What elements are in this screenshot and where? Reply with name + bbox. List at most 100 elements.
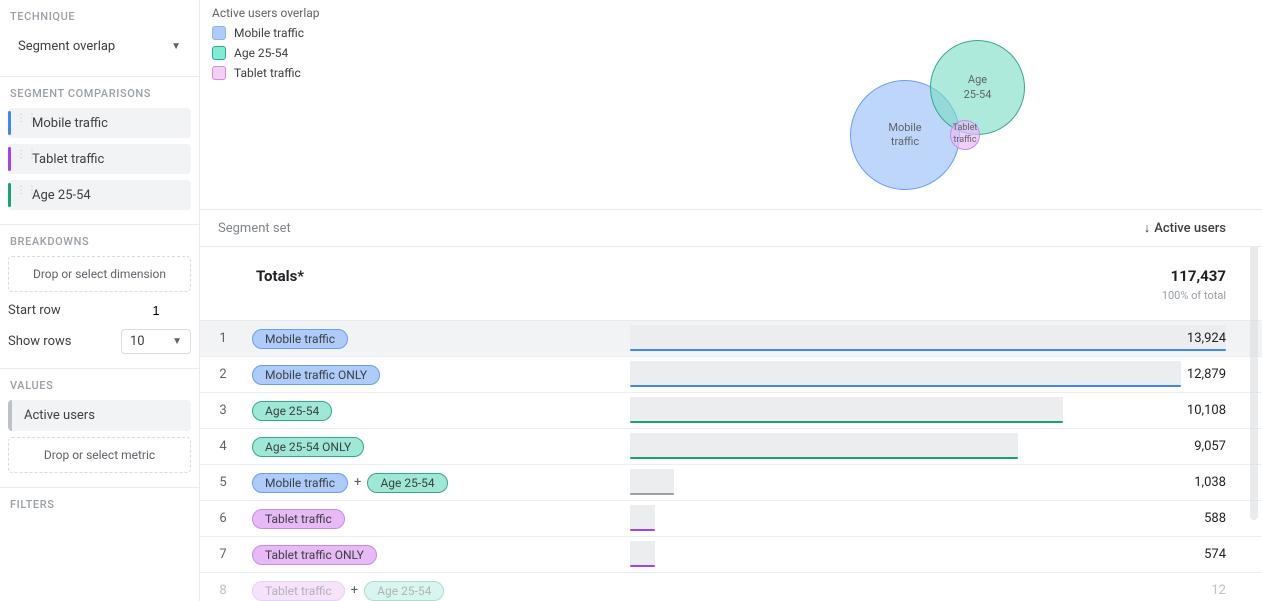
show-rows-value: 10: [130, 334, 145, 349]
technique-select[interactable]: Segment overlap ▼: [8, 31, 191, 62]
row-bar: [630, 537, 1226, 572]
row-bar: [630, 501, 1226, 536]
row-value: 574: [1204, 547, 1226, 562]
row-value: 12: [1211, 583, 1226, 598]
plus-icon: +: [354, 475, 361, 490]
drag-handle-icon: ⋮⋮: [16, 116, 38, 122]
row-index: 1: [200, 331, 246, 346]
venn-legend: Active users overlap Mobile traffic Age 2…: [212, 6, 320, 86]
legend-label: Tablet traffic: [234, 66, 301, 80]
table-row[interactable]: 8 Tablet traffic + Age 25-54 12: [200, 573, 1262, 601]
sort-down-icon: ↓: [1144, 220, 1151, 236]
values-item-active-users[interactable]: Active users: [8, 400, 191, 431]
row-segment-set: Mobile traffic + Age 25-54: [246, 473, 448, 493]
segment-comparisons-label: SEGMENT COMPARISONS: [10, 87, 191, 100]
legend-item[interactable]: Age 25-54: [212, 46, 320, 60]
row-value: 1,038: [1194, 475, 1226, 490]
breakdowns-dropzone[interactable]: Drop or select dimension: [8, 256, 191, 292]
row-value: 13,924: [1187, 331, 1226, 346]
scrollbar[interactable]: [1250, 220, 1258, 520]
show-rows-label: Show rows: [8, 334, 71, 349]
chevron-down-icon: ▼: [172, 336, 182, 347]
technique-label: TECHNIQUE: [10, 10, 191, 23]
legend-label: Mobile traffic: [234, 26, 304, 40]
legend-item[interactable]: Tablet traffic: [212, 66, 320, 80]
table-row[interactable]: 1 Mobile traffic 13,924: [200, 321, 1262, 357]
segment-chip[interactable]: ⋮⋮Tablet traffic: [8, 144, 191, 174]
segment-pill: Age 25-54: [252, 401, 332, 421]
technique-value: Segment overlap: [18, 39, 115, 54]
row-value: 12,879: [1187, 367, 1226, 382]
row-bar: [630, 357, 1226, 392]
main-panel: Active users overlap Mobile traffic Age 2…: [200, 0, 1262, 601]
totals-subtext: 100% of total: [1162, 289, 1226, 302]
segment-pill: Age 25-54: [367, 473, 447, 493]
filters-label: FILTERS: [10, 498, 191, 511]
table-row[interactable]: 5 Mobile traffic + Age 25-54 1,038: [200, 465, 1262, 501]
totals-value: 117,437: [1162, 267, 1226, 285]
show-rows-select[interactable]: 10 ▼: [121, 329, 191, 354]
segment-table: Segment set ↓Active users Totals* 117,43…: [200, 210, 1262, 601]
segment-chip[interactable]: ⋮⋮Mobile traffic: [8, 108, 191, 138]
segment-chip[interactable]: ⋮⋮Age 25-54: [8, 180, 191, 210]
legend-title: Active users overlap: [212, 6, 320, 20]
segment-pill: Mobile traffic: [252, 329, 348, 349]
totals-row: Totals* 117,437 100% of total: [200, 247, 1262, 321]
row-index: 4: [200, 439, 246, 454]
values-dropzone[interactable]: Drop or select metric: [8, 437, 191, 473]
table-row[interactable]: 3 Age 25-54 10,108: [200, 393, 1262, 429]
row-index: 6: [200, 511, 246, 526]
column-header-active-users[interactable]: ↓Active users: [1144, 220, 1226, 236]
legend-label: Age 25-54: [234, 46, 288, 60]
row-bar: [630, 393, 1226, 428]
row-segment-set: Age 25-54 ONLY: [246, 437, 364, 457]
settings-sidebar: TECHNIQUE Segment overlap ▼ SEGMENT COMP…: [0, 0, 200, 601]
legend-swatch: [212, 26, 226, 40]
legend-swatch: [212, 66, 226, 80]
table-row[interactable]: 6 Tablet traffic 588: [200, 501, 1262, 537]
segment-pill: Age 25-54 ONLY: [252, 437, 364, 457]
row-index: 7: [200, 547, 246, 562]
venn-canvas: Active users overlap Mobile traffic Age 2…: [200, 0, 1262, 210]
row-index: 2: [200, 367, 246, 382]
start-row-label: Start row: [8, 303, 61, 318]
row-segment-set: Mobile traffic: [246, 329, 348, 349]
start-row-input[interactable]: [121, 302, 191, 319]
row-value: 588: [1204, 511, 1226, 526]
breakdowns-label: BREAKDOWNS: [10, 235, 191, 248]
segment-pill: Tablet traffic: [252, 509, 345, 529]
legend-item[interactable]: Mobile traffic: [212, 26, 320, 40]
segment-chip-label: Mobile traffic: [32, 116, 108, 131]
segment-pill: Age 25-54: [364, 581, 444, 601]
totals-label: Totals*: [256, 267, 304, 285]
row-value: 10,108: [1187, 403, 1226, 418]
values-label: VALUES: [10, 379, 191, 392]
segment-pill: Mobile traffic: [252, 473, 348, 493]
row-bar: [630, 321, 1226, 356]
plus-icon: +: [351, 583, 358, 598]
row-index: 8: [200, 583, 246, 598]
drag-handle-icon: ⋮⋮: [16, 188, 38, 194]
row-index: 3: [200, 403, 246, 418]
column-header-segment-set[interactable]: Segment set: [218, 221, 291, 236]
row-segment-set: Tablet traffic + Age 25-54: [246, 581, 444, 601]
venn-circle-age[interactable]: Age 25-54: [930, 40, 1025, 135]
row-bar: [630, 465, 1226, 500]
segment-pill: Tablet traffic: [252, 581, 345, 601]
table-row[interactable]: 7 Tablet traffic ONLY 574: [200, 537, 1262, 573]
venn-circle-tablet[interactable]: Tablet traffic: [950, 120, 980, 150]
row-index: 5: [200, 475, 246, 490]
segment-pill: Mobile traffic ONLY: [252, 365, 380, 385]
segment-chip-label: Tablet traffic: [32, 152, 104, 167]
table-row[interactable]: 2 Mobile traffic ONLY 12,879: [200, 357, 1262, 393]
table-row[interactable]: 4 Age 25-54 ONLY 9,057: [200, 429, 1262, 465]
legend-swatch: [212, 46, 226, 60]
segment-chip-label: Age 25-54: [32, 188, 91, 203]
row-value: 9,057: [1194, 439, 1226, 454]
segment-pill: Tablet traffic ONLY: [252, 545, 377, 565]
row-segment-set: Mobile traffic ONLY: [246, 365, 380, 385]
row-segment-set: Tablet traffic ONLY: [246, 545, 377, 565]
drag-handle-icon: ⋮⋮: [16, 152, 38, 158]
row-segment-set: Tablet traffic: [246, 509, 345, 529]
row-segment-set: Age 25-54: [246, 401, 332, 421]
